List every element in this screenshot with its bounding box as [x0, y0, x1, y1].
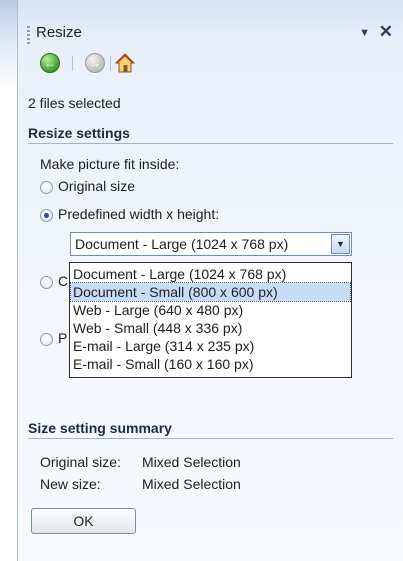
pane-titlebar: Resize ▼ ✕: [18, 14, 403, 50]
selection-info: 2 files selected: [28, 95, 121, 111]
navigation-toolbar: ← →: [32, 53, 182, 77]
radio-percent-size[interactable]: [40, 333, 53, 346]
predefined-size-list[interactable]: Document - Large (1024 x 768 px) Documen…: [69, 262, 352, 378]
radio-original-size-label[interactable]: Original size: [58, 178, 135, 194]
left-strip: [0, 0, 17, 561]
close-icon[interactable]: ✕: [379, 22, 393, 42]
radio-original-size[interactable]: [40, 181, 53, 194]
original-size-label: Original size:: [40, 454, 121, 470]
radio-predefined-size-label[interactable]: Predefined width x height:: [58, 206, 219, 222]
new-size-value: Mixed Selection: [142, 476, 241, 492]
chevron-down-icon[interactable]: ▼: [331, 234, 350, 254]
toolbar-separator: [110, 56, 111, 71]
size-option-highlighted[interactable]: Document - Small (800 x 600 px): [70, 282, 351, 302]
radio-custom-size-label[interactable]: C: [58, 273, 68, 289]
radio-custom-size[interactable]: [40, 276, 53, 289]
toolbar-separator: [72, 56, 73, 71]
predefined-size-select[interactable]: Document - Large (1024 x 768 px) ▼: [70, 232, 352, 256]
predefined-size-value: Document - Large (1024 x 768 px): [75, 236, 289, 252]
new-size-label: New size:: [40, 476, 101, 492]
summary-heading: Size setting summary: [28, 420, 393, 439]
grip-icon[interactable]: [27, 26, 30, 44]
back-arrow-icon[interactable]: ←: [40, 53, 60, 73]
radio-percent-size-label[interactable]: P: [58, 330, 67, 346]
size-option[interactable]: Web - Small (448 x 336 px): [71, 319, 350, 337]
home-icon[interactable]: [115, 53, 135, 73]
ok-button[interactable]: OK: [31, 508, 136, 534]
size-option[interactable]: Document - Large (1024 x 768 px): [71, 265, 350, 283]
size-option[interactable]: E-mail - Large (314 x 235 px): [71, 337, 350, 355]
radio-predefined-size[interactable]: [40, 209, 53, 222]
pane-title: Resize: [36, 24, 82, 41]
size-option[interactable]: E-mail - Small (160 x 160 px): [71, 355, 350, 373]
forward-arrow-icon[interactable]: →: [85, 53, 105, 73]
size-option[interactable]: Web - Large (640 x 480 px): [71, 301, 350, 319]
original-size-value: Mixed Selection: [142, 454, 241, 470]
fit-label: Make picture fit inside:: [40, 156, 180, 172]
pane-options-dropdown-icon[interactable]: ▼: [359, 27, 370, 39]
task-pane: Resize ▼ ✕ ← → 2 files selected Resize s…: [17, 0, 403, 561]
resize-settings-heading: Resize settings: [28, 125, 393, 144]
